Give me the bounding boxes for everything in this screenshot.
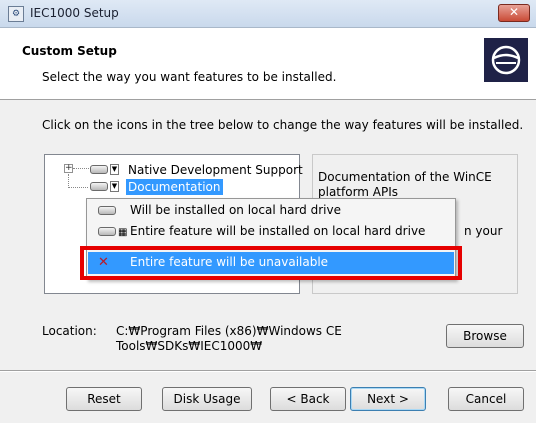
- menu-item-install-local[interactable]: Will be installed on local hard drive: [96, 200, 446, 220]
- page-subtitle: Select the way you want features to be i…: [42, 70, 337, 84]
- tree-connector: [73, 168, 89, 169]
- drive-icon[interactable]: [90, 165, 108, 174]
- header-banner: [0, 28, 536, 100]
- location-path: C:₩Program Files (x86)₩Windows CE Tools₩…: [116, 324, 342, 354]
- chevron-down-icon[interactable]: ▼: [110, 164, 119, 175]
- tree-connector: [68, 187, 88, 188]
- menu-item-install-entire-local[interactable]: ▦ Entire feature will be installed on lo…: [96, 221, 446, 241]
- chevron-down-icon[interactable]: ▼: [110, 181, 119, 192]
- back-button[interactable]: < Back: [270, 387, 346, 411]
- setup-logo-icon: [484, 38, 528, 82]
- feature-description-tail: n your: [464, 224, 503, 238]
- browse-button[interactable]: Browse: [446, 324, 524, 348]
- window-title: IEC1000 Setup: [30, 6, 119, 20]
- highlight-annotation-box: [80, 246, 462, 280]
- close-button[interactable]: ✕: [498, 4, 530, 22]
- drive-tree-icon: [98, 227, 116, 236]
- reset-button[interactable]: Reset: [66, 387, 142, 411]
- cancel-button[interactable]: Cancel: [448, 387, 524, 411]
- tree-item-documentation[interactable]: Documentation: [126, 179, 223, 195]
- feature-description: Documentation of the WinCE platform APIs: [318, 170, 492, 199]
- disk-usage-button[interactable]: Disk Usage: [162, 387, 252, 411]
- page-title: Custom Setup: [22, 44, 117, 58]
- location-path-line: C:₩Program Files (x86)₩Windows CE: [116, 324, 342, 338]
- feature-tree-glyph-icon: ▦: [118, 227, 128, 238]
- location-label: Location:: [42, 324, 97, 338]
- location-path-line: Tools₩SDKs₩IEC1000₩: [116, 339, 263, 353]
- tree-connector: [68, 174, 69, 188]
- drive-icon: [98, 206, 116, 215]
- installer-app-icon: ⚙: [8, 6, 24, 22]
- footer-divider: [0, 370, 536, 372]
- drive-icon[interactable]: [90, 182, 108, 191]
- instruction-text: Click on the icons in the tree below to …: [42, 118, 524, 132]
- next-button[interactable]: Next >: [350, 387, 426, 411]
- tree-expand-icon[interactable]: +: [64, 164, 73, 173]
- tree-item-native-development-support[interactable]: Native Development Support: [128, 163, 303, 177]
